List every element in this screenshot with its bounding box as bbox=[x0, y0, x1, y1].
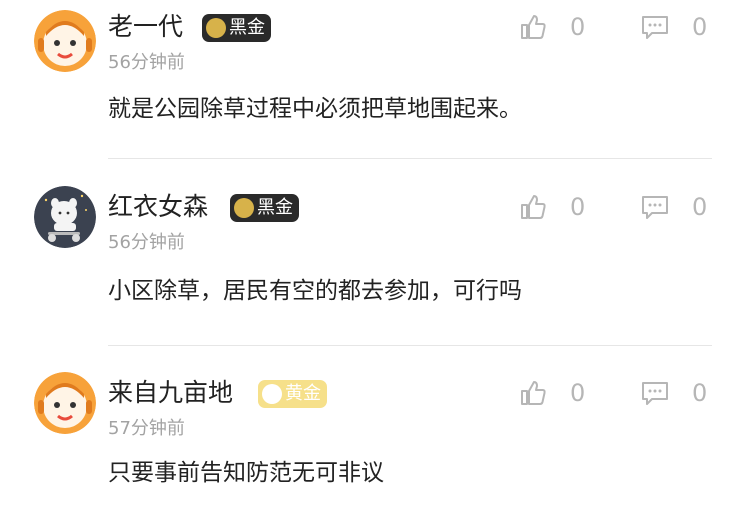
thumbs-up-icon bbox=[521, 381, 546, 405]
reply-count: 0 bbox=[692, 13, 708, 41]
comment-bubble-icon bbox=[642, 196, 668, 219]
badge-label: 黑金 bbox=[257, 197, 293, 218]
timestamp: 56分钟前 bbox=[108, 52, 185, 73]
reply-button[interactable]: 0 bbox=[640, 12, 707, 42]
reply-count: 0 bbox=[692, 193, 708, 221]
timestamp: 57分钟前 bbox=[108, 418, 185, 439]
thumbs-up-icon bbox=[521, 195, 546, 219]
comment-bubble-icon bbox=[642, 382, 668, 405]
like-button[interactable]: 0 bbox=[518, 192, 585, 222]
reply-button[interactable]: 0 bbox=[640, 192, 707, 222]
like-count: 0 bbox=[570, 379, 586, 407]
timestamp: 56分钟前 bbox=[108, 232, 185, 253]
like-button[interactable]: 0 bbox=[518, 378, 585, 408]
vip-badge: 黑金 bbox=[202, 14, 271, 42]
star-icon bbox=[206, 18, 226, 38]
comment-bubble-icon bbox=[642, 16, 668, 39]
reply-button[interactable]: 0 bbox=[640, 378, 707, 408]
vip-badge: 黑金 bbox=[230, 194, 299, 222]
comment-item: 老一代 黑金 56分钟前 就是公园除草过程中必须把草地围起来。 0 0 bbox=[0, 0, 744, 160]
thumbs-up-icon bbox=[521, 15, 546, 39]
username[interactable]: 来自九亩地 bbox=[108, 378, 233, 408]
divider bbox=[108, 158, 712, 159]
badge-label: 黄金 bbox=[285, 383, 321, 404]
avatar[interactable] bbox=[34, 10, 96, 72]
star-icon bbox=[234, 198, 254, 218]
vip-badge: 黄金 bbox=[258, 380, 327, 408]
avatar[interactable] bbox=[34, 372, 96, 434]
comment-text: 小区除草，居民有空的都去参加，可行吗 bbox=[108, 278, 522, 304]
like-button[interactable]: 0 bbox=[518, 12, 585, 42]
comment-text: 只要事前告知防范无可非议 bbox=[108, 460, 384, 486]
cartoon-face-avatar-icon bbox=[34, 372, 96, 434]
avatar[interactable] bbox=[34, 186, 96, 248]
cartoon-animal-avatar-icon bbox=[34, 186, 96, 248]
comment-text: 就是公园除草过程中必须把草地围起来。 bbox=[108, 96, 522, 122]
username[interactable]: 老一代 bbox=[108, 12, 183, 42]
badge-label: 黑金 bbox=[229, 17, 265, 38]
reply-count: 0 bbox=[692, 379, 708, 407]
cartoon-face-avatar-icon bbox=[34, 10, 96, 72]
comment-item: 红衣女森 黑金 56分钟前 小区除草，居民有空的都去参加，可行吗 0 0 bbox=[0, 160, 744, 346]
username[interactable]: 红衣女森 bbox=[108, 192, 208, 222]
like-count: 0 bbox=[570, 13, 586, 41]
star-icon bbox=[262, 384, 282, 404]
like-count: 0 bbox=[570, 193, 586, 221]
comment-item: 来自九亩地 黄金 57分钟前 只要事前告知防范无可非议 0 0 bbox=[0, 346, 744, 512]
